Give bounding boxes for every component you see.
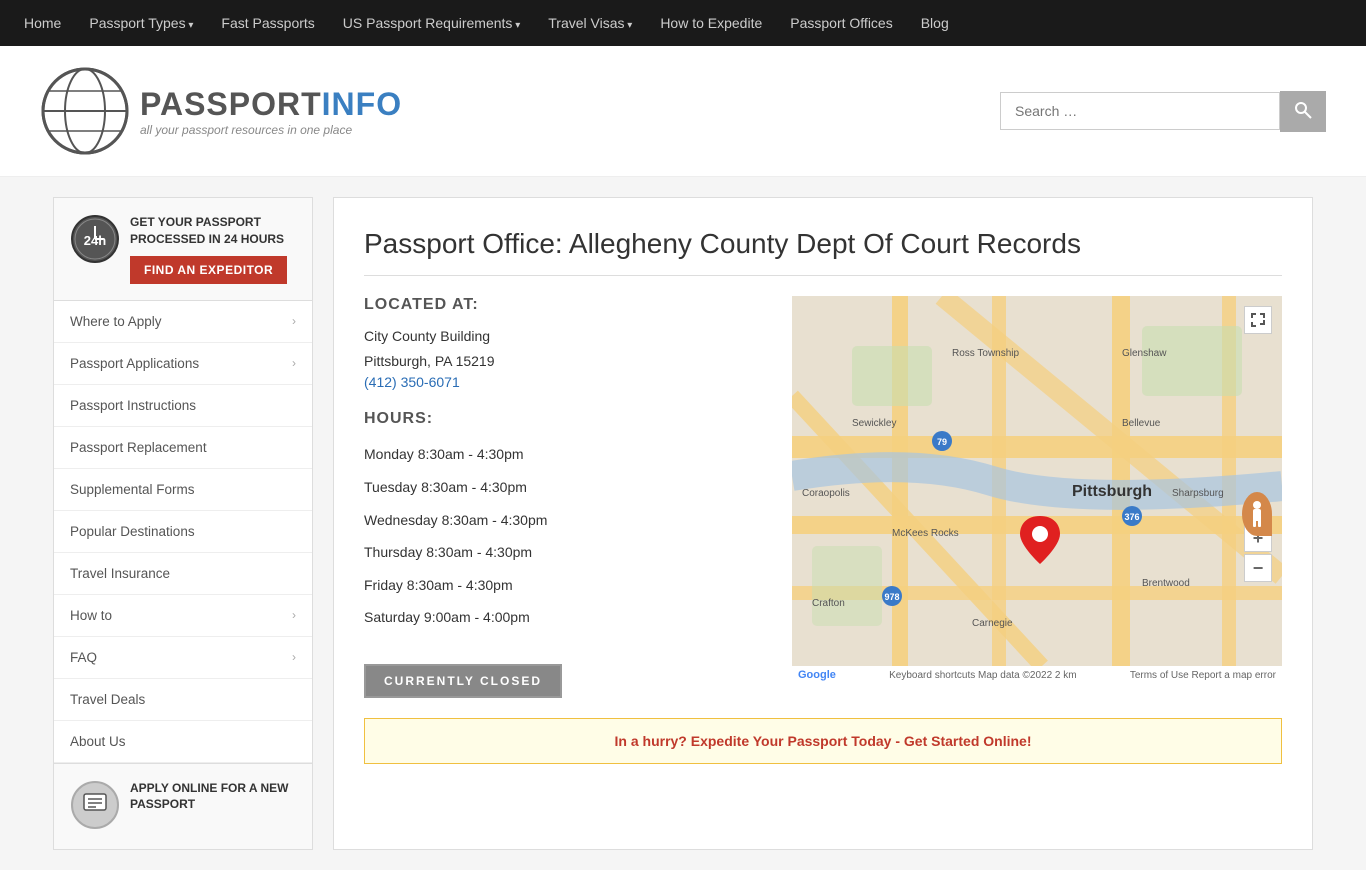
- sidebar-item-about-us[interactable]: About Us: [54, 721, 312, 763]
- chevron-icon: ›: [292, 314, 296, 328]
- pegman-icon: [1248, 500, 1266, 528]
- globe-icon: [40, 66, 130, 156]
- logo-title-accent: INFO: [322, 86, 402, 122]
- map-logo: Google: [798, 669, 836, 681]
- page-title: Passport Office: Allegheny County Dept O…: [364, 228, 1282, 276]
- nav-passport-offices[interactable]: Passport Offices: [786, 3, 896, 43]
- hours-label: HOURS:: [364, 410, 762, 428]
- nav-us-requirements[interactable]: US Passport Requirements: [339, 3, 524, 43]
- sidebar-item-supplemental-forms[interactable]: Supplemental Forms: [54, 469, 312, 511]
- hours-friday: Friday 8:30am - 4:30pm: [364, 569, 762, 602]
- map-footer: Google Keyboard shortcuts Map data ©2022…: [792, 666, 1282, 684]
- logo-subtitle: all your passport resources in one place: [140, 123, 402, 137]
- map-fullscreen-button[interactable]: [1244, 306, 1272, 334]
- chevron-icon: ›: [292, 650, 296, 664]
- logo-title-plain: PASSPORT: [140, 86, 322, 122]
- site-header: PASSPORTINFO all your passport resources…: [0, 46, 1366, 177]
- promo-banner: In a hurry? Expedite Your Passport Today…: [364, 718, 1282, 764]
- sidebar-item-passport-instructions[interactable]: Passport Instructions: [54, 385, 312, 427]
- sidebar-promo: 24h GET YOUR PASSPORT PROCESSED IN 24 HO…: [54, 198, 312, 301]
- sidebar: 24h GET YOUR PASSPORT PROCESSED IN 24 HO…: [53, 197, 313, 850]
- sidebar-item-faq[interactable]: FAQ ›: [54, 637, 312, 679]
- sidebar-item-popular-destinations[interactable]: Popular Destinations: [54, 511, 312, 553]
- search-input[interactable]: [1000, 92, 1280, 130]
- nav-how-to-expedite[interactable]: How to Expedite: [656, 3, 766, 43]
- map-area: Pittsburgh Sewickley Ross Township Glens…: [792, 296, 1282, 698]
- phone-link[interactable]: (412) 350-6071: [364, 374, 460, 390]
- content-grid: LOCATED AT: City County Building Pittsbu…: [364, 296, 1282, 698]
- hours-monday: Monday 8:30am - 4:30pm: [364, 438, 762, 471]
- map-zoom-out-button[interactable]: −: [1244, 554, 1272, 582]
- hours-block: HOURS: Monday 8:30am - 4:30pm Tuesday 8:…: [364, 410, 762, 634]
- sidebar-item-passport-applications[interactable]: Passport Applications ›: [54, 343, 312, 385]
- chevron-icon: ›: [292, 608, 296, 622]
- sidebar-menu: Where to Apply › Passport Applications ›…: [54, 301, 312, 763]
- svg-text:Brentwood: Brentwood: [1142, 578, 1190, 589]
- sidebar-bottom-promo: APPLY ONLINE FOR A NEW PASSPORT: [54, 763, 312, 849]
- svg-text:Ross Township: Ross Township: [952, 348, 1020, 359]
- hours-thursday: Thursday 8:30am - 4:30pm: [364, 536, 762, 569]
- nav-home[interactable]: Home: [20, 3, 65, 43]
- map-terms: Terms of Use Report a map error: [1130, 670, 1276, 681]
- main-content: Passport Office: Allegheny County Dept O…: [333, 197, 1313, 850]
- address-line2: Pittsburgh, PA 15219: [364, 349, 762, 374]
- svg-text:Pittsburgh: Pittsburgh: [1072, 483, 1152, 500]
- search-area: [1000, 91, 1326, 132]
- svg-text:Carnegie: Carnegie: [972, 618, 1013, 629]
- promo-banner-link[interactable]: In a hurry? Expedite Your Passport Today…: [615, 733, 1032, 749]
- hours-tuesday: Tuesday 8:30am - 4:30pm: [364, 471, 762, 504]
- 24h-icon: 24h: [70, 214, 120, 264]
- sidebar-item-how-to[interactable]: How to ›: [54, 595, 312, 637]
- svg-text:978: 978: [884, 592, 899, 602]
- sidebar-item-travel-deals[interactable]: Travel Deals: [54, 679, 312, 721]
- nav-fast-passports[interactable]: Fast Passports: [217, 3, 318, 43]
- hours-saturday: Saturday 9:00am - 4:00pm: [364, 601, 762, 634]
- nav-blog[interactable]: Blog: [917, 3, 953, 43]
- address-line1: City County Building: [364, 324, 762, 349]
- promo-content: GET YOUR PASSPORT PROCESSED IN 24 HOURS …: [130, 214, 296, 284]
- svg-text:Bellevue: Bellevue: [1122, 418, 1161, 429]
- map-container[interactable]: Pittsburgh Sewickley Ross Township Glens…: [792, 296, 1282, 666]
- promo-text: GET YOUR PASSPORT PROCESSED IN 24 HOURS: [130, 214, 296, 248]
- svg-text:Coraopolis: Coraopolis: [802, 488, 850, 499]
- status-badge: CURRENTLY CLOSED: [364, 664, 562, 698]
- sidebar-item-where-to-apply[interactable]: Where to Apply ›: [54, 301, 312, 343]
- map-svg: Pittsburgh Sewickley Ross Township Glens…: [792, 296, 1282, 666]
- hours-wednesday: Wednesday 8:30am - 4:30pm: [364, 504, 762, 537]
- located-label: LOCATED AT:: [364, 296, 762, 314]
- svg-text:Sharpsburg: Sharpsburg: [1172, 488, 1224, 499]
- office-info: LOCATED AT: City County Building Pittsbu…: [364, 296, 762, 698]
- svg-text:Glenshaw: Glenshaw: [1122, 348, 1167, 359]
- logo-text: PASSPORTINFO all your passport resources…: [140, 86, 402, 137]
- svg-text:Sewickley: Sewickley: [852, 418, 896, 429]
- apply-online-text: APPLY ONLINE FOR A NEW PASSPORT: [130, 780, 296, 814]
- logo-title: PASSPORTINFO: [140, 86, 402, 123]
- address-block: LOCATED AT: City County Building Pittsbu…: [364, 296, 762, 390]
- svg-text:79: 79: [937, 437, 947, 447]
- nav-passport-types[interactable]: Passport Types: [85, 3, 197, 43]
- map-attribution: Keyboard shortcuts Map data ©2022 2 km: [889, 670, 1076, 681]
- sidebar-item-passport-replacement[interactable]: Passport Replacement: [54, 427, 312, 469]
- sidebar-item-travel-insurance[interactable]: Travel Insurance: [54, 553, 312, 595]
- find-expeditor-button[interactable]: FIND AN EXPEDITOR: [130, 256, 287, 284]
- top-navigation: Home Passport Types Fast Passports US Pa…: [0, 0, 1366, 46]
- svg-text:McKees Rocks: McKees Rocks: [892, 528, 959, 539]
- nav-travel-visas[interactable]: Travel Visas: [544, 3, 636, 43]
- svg-text:376: 376: [1124, 512, 1139, 522]
- logo-area: PASSPORTINFO all your passport resources…: [40, 66, 402, 156]
- apply-online-icon: [70, 780, 120, 833]
- svg-text:Crafton: Crafton: [812, 598, 845, 609]
- page-container: 24h GET YOUR PASSPORT PROCESSED IN 24 HO…: [33, 197, 1333, 850]
- search-icon: [1294, 101, 1312, 119]
- search-button[interactable]: [1280, 91, 1326, 132]
- chevron-icon: ›: [292, 356, 296, 370]
